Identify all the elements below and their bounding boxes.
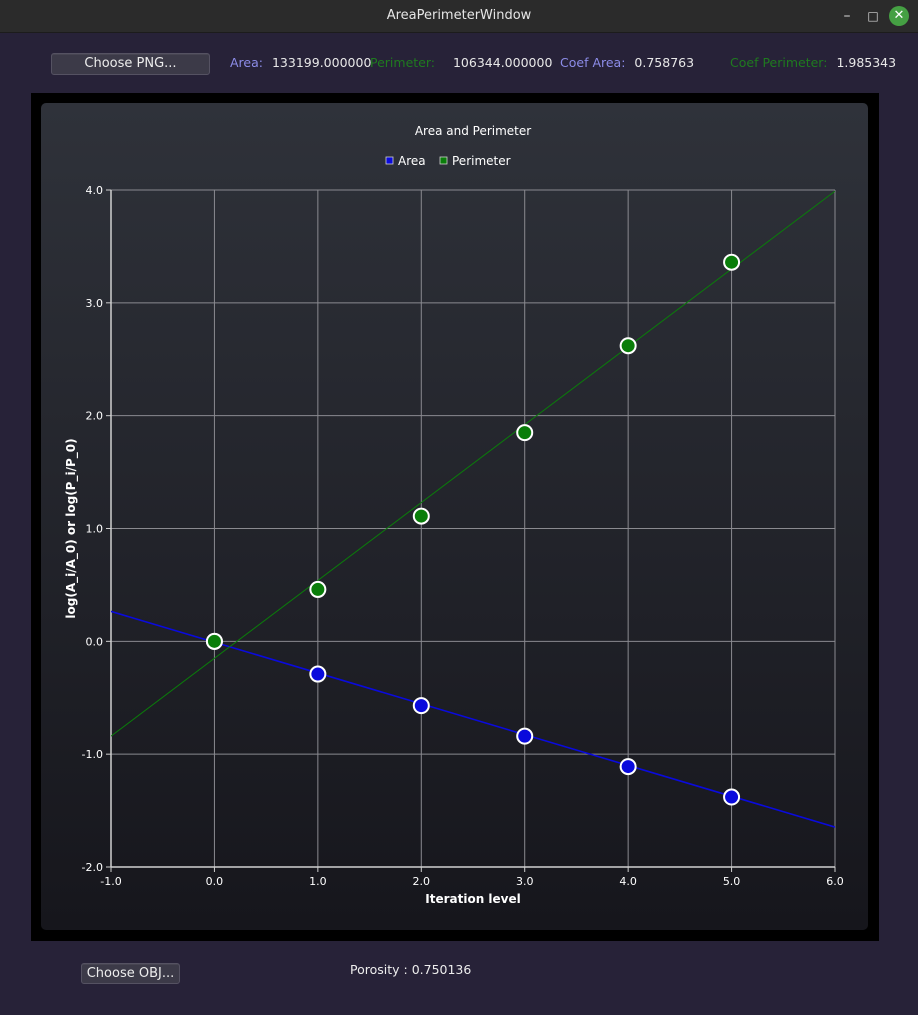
- data-point-area: [309, 665, 327, 683]
- x-tick-label: -1.0: [100, 875, 121, 888]
- x-tick-label: 5.0: [723, 875, 741, 888]
- x-tick-label: 1.0: [309, 875, 327, 888]
- coef-perimeter-stat: Coef Perimeter: 1.985343: [730, 55, 896, 70]
- data-point-perimeter: [619, 337, 637, 355]
- porosity-text: Porosity : 0.750136: [350, 962, 472, 977]
- title-bar: AreaPerimeterWindow – □ ✕: [0, 0, 918, 33]
- data-point-perimeter: [723, 253, 741, 271]
- data-point-area: [619, 758, 637, 776]
- window-title: AreaPerimeterWindow: [386, 8, 532, 23]
- area-value: 133199.000000: [271, 55, 372, 70]
- coef-area-label: Coef Area:: [560, 55, 626, 70]
- x-tick-label: 0.0: [206, 875, 224, 888]
- x-tick-label: 2.0: [413, 875, 431, 888]
- coef-area-stat: Coef Area: 0.758763: [560, 55, 694, 70]
- legend-swatch-perimeter: [439, 156, 448, 165]
- chart-frame: -1.0 0.0 1.0 2.0 3.0 4.0 5.0 6.0 -2.0 -1.0 0.0 1.0 2…: [31, 93, 879, 941]
- legend-swatch-area: [385, 156, 394, 165]
- y-tick-label: 4.0: [86, 184, 104, 197]
- close-icon[interactable]: ✕: [889, 6, 909, 26]
- perimeter-stat: Perimeter: 106344.000000: [370, 55, 552, 70]
- y-tick-label: -2.0: [82, 861, 103, 874]
- data-point-perimeter: [516, 424, 534, 442]
- area-stat: Area: 133199.000000: [230, 55, 371, 70]
- y-tick-label: 0.0: [86, 635, 104, 648]
- data-point-area: [723, 788, 741, 806]
- data-point-area: [412, 697, 430, 715]
- chart-title: Area and Perimeter: [415, 124, 531, 138]
- coef-perimeter-value: 1.985343: [836, 55, 897, 70]
- data-point-area: [516, 727, 534, 745]
- y-tick-label: 1.0: [86, 523, 104, 536]
- maximize-icon[interactable]: □: [863, 6, 883, 26]
- x-tick-label: 6.0: [826, 875, 844, 888]
- y-axis-title: log(A_i/A_0) or log(P_i/P_0): [64, 438, 79, 618]
- data-point-perimeter: [309, 580, 327, 598]
- area-label: Area:: [230, 55, 263, 70]
- legend-label-area: Area: [398, 154, 426, 168]
- chart-panel: -1.0 0.0 1.0 2.0 3.0 4.0 5.0 6.0 -2.0 -1.0 0.0 1.0 2…: [41, 103, 868, 930]
- legend-label-perimeter: Perimeter: [452, 154, 511, 168]
- x-tick-label: 4.0: [619, 875, 637, 888]
- perimeter-label: Perimeter:: [370, 55, 435, 70]
- data-point-perimeter: [205, 632, 223, 650]
- y-tick-label: -1.0: [82, 748, 103, 761]
- x-axis-title: Iteration level: [425, 892, 521, 906]
- minimize-icon[interactable]: –: [837, 6, 857, 26]
- choose-png-button[interactable]: Choose PNG...: [51, 53, 210, 75]
- y-tick-label: 2.0: [86, 410, 104, 423]
- perimeter-value: 106344.000000: [452, 55, 553, 70]
- choose-obj-button[interactable]: Choose OBJ...: [81, 963, 180, 984]
- y-tick-label: 3.0: [86, 297, 104, 310]
- data-point-perimeter: [412, 507, 430, 525]
- area-perimeter-chart: -1.0 0.0 1.0 2.0 3.0 4.0 5.0 6.0-2.0-1.00.01.02…: [64, 124, 844, 906]
- fit-line-perimeter: [111, 190, 835, 737]
- x-tick-label: 3.0: [516, 875, 534, 888]
- coef-area-value: 0.758763: [634, 55, 695, 70]
- coef-perimeter-label: Coef Perimeter:: [730, 55, 828, 70]
